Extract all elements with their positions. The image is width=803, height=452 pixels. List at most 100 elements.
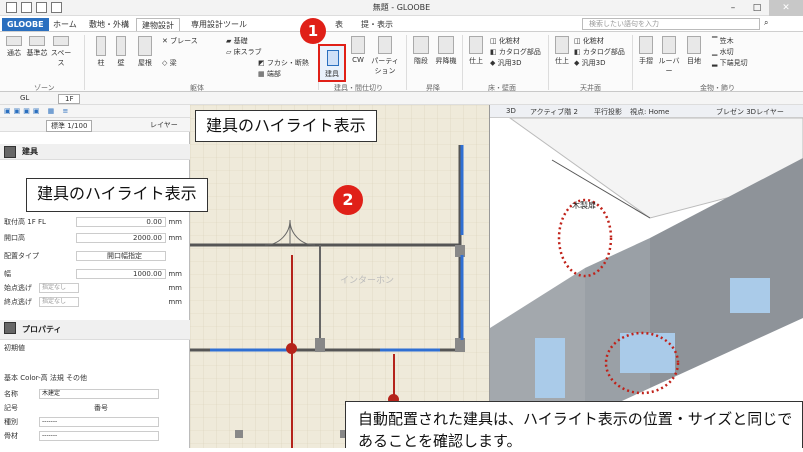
grid-axis-button[interactable]: 通芯 xyxy=(4,36,24,58)
start-offset-row: 始点逃げ 指定なし mm xyxy=(4,283,182,293)
catalog-button[interactable]: ◧ カタログ部品 xyxy=(490,47,550,57)
grid-axis-icon xyxy=(6,36,22,46)
callout-highlight-left: 建具のハイライト表示 xyxy=(26,178,208,212)
tab-building-design[interactable]: 建物設計 xyxy=(136,18,180,31)
ceiling-trim-button[interactable]: ◫ 化粧材 xyxy=(574,36,634,46)
divider xyxy=(548,35,549,90)
projection-label[interactable]: 平行投影 xyxy=(594,107,622,117)
search-icon[interactable]: ⌕ xyxy=(764,18,772,28)
placement-type-row: 配置タイプ 開口幅指定 xyxy=(4,250,186,262)
note-box: 自動配置された建具は、ハイライト表示の位置・サイズと同じであることを確認します。 xyxy=(345,401,803,450)
plan-view[interactable]: インターホン xyxy=(190,105,490,448)
tab-site[interactable]: 敷地・外構 xyxy=(84,18,134,31)
material-row: 骨材 ------- xyxy=(4,430,186,442)
close-button[interactable]: ✕ xyxy=(769,0,803,16)
minimize-button[interactable]: – xyxy=(721,0,745,16)
tab-basic[interactable]: 基本 xyxy=(4,374,18,382)
divider xyxy=(632,35,633,90)
stairs-icon xyxy=(413,36,429,54)
mount-height-field[interactable]: 0.00 xyxy=(76,217,166,227)
finish-icon xyxy=(555,36,569,54)
window-controls: – □ ✕ xyxy=(721,0,803,16)
coping-button[interactable]: ▔ 笠木 xyxy=(712,36,752,46)
space-icon xyxy=(53,36,69,46)
tab-other[interactable]: その他 xyxy=(66,374,87,382)
layer-button[interactable]: レイヤー xyxy=(150,120,178,130)
trim-button[interactable]: ◫ 化粧材 xyxy=(490,36,550,46)
3d-drawing: 木製扉 xyxy=(490,118,803,448)
catalog-icon: ◧ xyxy=(574,48,583,56)
ceiling-finish-button[interactable]: 仕上 xyxy=(552,36,572,66)
door-icon xyxy=(4,146,16,158)
viewpoint-label[interactable]: 視点: Home xyxy=(630,107,669,117)
louver-button[interactable]: ルーバー xyxy=(656,36,682,76)
roof-icon xyxy=(138,36,152,56)
callout-highlight-top: 建具のハイライト表示 xyxy=(195,110,377,142)
material-select[interactable]: ------- xyxy=(39,431,159,441)
code-row: 記号 番号 xyxy=(4,404,108,412)
floor-selector[interactable]: 1F xyxy=(58,94,81,104)
draw-toolbar: ▣▣▣▣ ▦ ≡ xyxy=(0,105,190,118)
tab-3d[interactable]: 3D xyxy=(506,107,516,115)
type-select[interactable]: ------- xyxy=(39,417,159,427)
presentation-3d-layer[interactable]: ブレゼン 3Dレイヤー xyxy=(716,107,784,117)
opening-height-row: 開口高 2000.00 mm xyxy=(4,233,182,243)
tab-gloobe[interactable]: GLOOBE xyxy=(2,18,49,31)
roof-button[interactable]: 屋根 xyxy=(134,36,156,68)
initial-value-row[interactable]: 初期値 xyxy=(4,342,186,354)
generic-3d-button[interactable]: ◆ 汎用3D xyxy=(490,58,550,68)
finish-button[interactable]: 仕上 xyxy=(466,36,486,66)
active-floor-label[interactable]: アクティブ階 2 xyxy=(530,107,578,117)
3d-view[interactable]: 木製扉 xyxy=(490,118,803,448)
insulation-button[interactable]: ◩ フカシ・断熱 xyxy=(258,58,316,68)
ceiling-catalog-button[interactable]: ◧ カタログ部品 xyxy=(574,47,634,57)
wall-button[interactable]: 壁 xyxy=(112,36,130,68)
name-field[interactable]: 木建定 xyxy=(39,389,159,399)
start-offset-field[interactable]: 指定なし xyxy=(39,283,79,293)
foundation-button[interactable]: ▰ 基礎 xyxy=(226,36,276,46)
brace-button[interactable]: ✕ ブレース xyxy=(162,36,212,46)
type-row: 種別 ------- xyxy=(4,416,186,428)
end-offset-row: 終点逃げ 指定なし mm xyxy=(4,297,182,307)
ceiling-generic-3d-button[interactable]: ◆ 汎用3D xyxy=(574,58,634,68)
floor-slab-button[interactable]: ▱ 床スラブ xyxy=(226,47,276,57)
stairs-button[interactable]: 階段 xyxy=(410,36,432,66)
scale-select[interactable]: 標準 1/100 xyxy=(46,120,93,132)
tab-special-tools[interactable]: 専用設計ツール xyxy=(186,18,252,31)
tategu-panel-header: 建具 xyxy=(0,144,190,160)
column-button[interactable]: 柱 xyxy=(92,36,110,68)
handrail-icon xyxy=(639,36,653,54)
width-field[interactable]: 1000.00 xyxy=(76,269,166,279)
end-button[interactable]: ▦ 端部 xyxy=(258,69,298,79)
draw-mode-icons[interactable]: ▣▣▣▣ ▦ ≡ xyxy=(4,107,71,115)
end-offset-field[interactable]: 指定なし xyxy=(39,297,79,307)
bottom-trim-icon: ▂ xyxy=(712,59,720,67)
beam-button[interactable]: ◇ 梁 xyxy=(162,58,202,68)
end-icon: ▦ xyxy=(258,70,267,78)
tab-table[interactable]: 表 xyxy=(330,18,348,31)
3d-view-toolbar: 3D アクティブ階 2 平行投影 視点: Home ブレゼン 3Dレイヤー xyxy=(490,105,803,118)
search-input[interactable]: 検索したい語句を入力 xyxy=(582,18,760,30)
joint-button[interactable]: 目地 xyxy=(684,36,704,66)
curtain-wall-button[interactable]: CW xyxy=(348,36,368,64)
tab-display[interactable]: 提・表示 xyxy=(356,18,398,31)
drip-button[interactable]: ▁ 水切 xyxy=(712,47,752,57)
divider xyxy=(462,35,463,90)
base-axis-button[interactable]: 基準芯 xyxy=(26,36,48,58)
elevator-button[interactable]: 昇降機 xyxy=(432,36,460,66)
partition-button[interactable]: パーティション xyxy=(368,36,402,76)
tab-law[interactable]: 法規 xyxy=(50,374,64,382)
opening-height-field[interactable]: 2000.00 xyxy=(76,233,166,243)
handrail-button[interactable]: 手摺 xyxy=(636,36,656,66)
tategu-button[interactable]: 建具 xyxy=(318,44,346,82)
property-tabs: 基本 Color-高 法規 その他 xyxy=(4,372,186,384)
space-button[interactable]: スペース xyxy=(48,36,74,68)
gl-label: GL xyxy=(20,94,30,102)
marker-dot xyxy=(286,343,297,354)
tab-color[interactable]: Color-高 xyxy=(20,374,47,382)
maximize-button[interactable]: □ xyxy=(745,0,769,16)
placement-type-select[interactable]: 開口幅指定 xyxy=(76,251,166,261)
drip-icon: ▁ xyxy=(712,48,720,56)
bottom-trim-button[interactable]: ▂ 下端見切 xyxy=(712,58,762,68)
tab-home[interactable]: ホーム xyxy=(48,18,82,31)
